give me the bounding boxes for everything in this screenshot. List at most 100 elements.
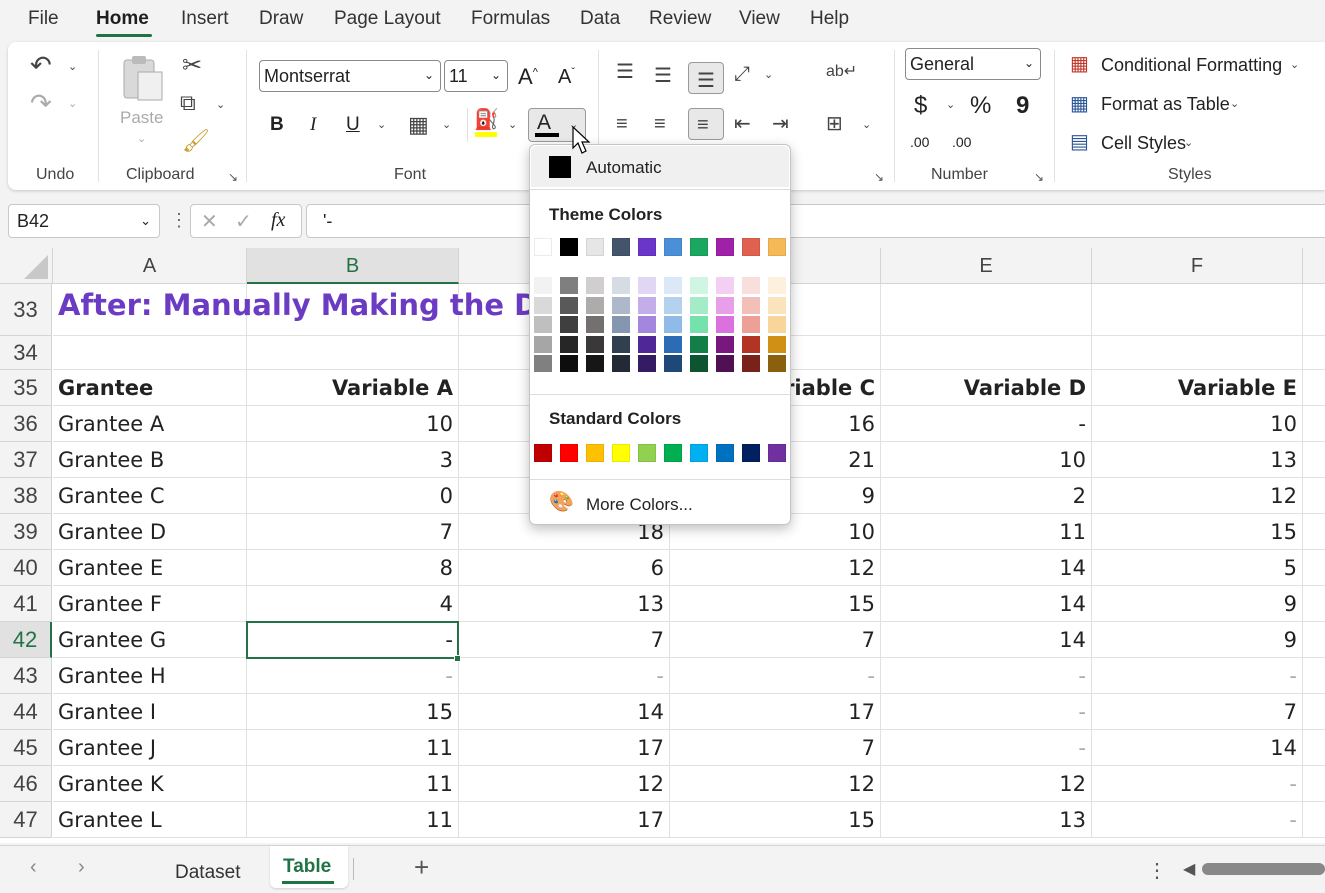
- tab-data[interactable]: Data: [580, 8, 620, 30]
- number-format-combo[interactable]: General ⌄: [905, 48, 1041, 80]
- cell-d40[interactable]: 12: [670, 550, 881, 586]
- cell-f47[interactable]: -: [1092, 802, 1303, 838]
- theme-shade-swatch[interactable]: [664, 296, 682, 314]
- cell-e33[interactable]: [881, 284, 1092, 336]
- cell-b43[interactable]: -: [247, 658, 459, 694]
- theme-shade-swatch[interactable]: [742, 335, 760, 353]
- standard-color-swatch[interactable]: [612, 444, 630, 462]
- cell-a38[interactable]: Grantee C: [53, 478, 247, 514]
- cell-g33[interactable]: [1303, 284, 1325, 336]
- cell-a45[interactable]: Grantee J: [53, 730, 247, 766]
- merge-dropdown-icon[interactable]: ⌄: [862, 118, 871, 131]
- theme-shade-swatch[interactable]: [690, 277, 708, 294]
- theme-shade-swatch[interactable]: [768, 296, 786, 314]
- theme-shade-swatch[interactable]: [716, 316, 734, 333]
- cell-f39[interactable]: 15: [1092, 514, 1303, 550]
- sheet-tab-table[interactable]: Table: [270, 846, 348, 888]
- theme-shade-swatch[interactable]: [768, 277, 786, 294]
- standard-color-swatch[interactable]: [586, 444, 604, 462]
- cell-g40[interactable]: [1303, 550, 1325, 586]
- copy-dropdown-icon[interactable]: ⌄: [216, 98, 225, 111]
- cell-a47[interactable]: Grantee L: [53, 802, 247, 838]
- format-as-table-dropdown-icon[interactable]: ⌄: [1230, 97, 1239, 110]
- theme-shade-swatch[interactable]: [742, 316, 760, 333]
- cell-e38[interactable]: 2: [881, 478, 1092, 514]
- standard-color-swatch[interactable]: [768, 444, 786, 462]
- theme-shade-swatch[interactable]: [586, 316, 604, 333]
- cell-b37[interactable]: 3: [247, 442, 459, 478]
- paste-icon[interactable]: [120, 52, 166, 102]
- cell-a34[interactable]: [53, 336, 247, 370]
- theme-shade-swatch[interactable]: [664, 335, 682, 353]
- italic-button[interactable]: I: [310, 114, 316, 136]
- cell-c45[interactable]: 17: [459, 730, 670, 766]
- increase-decimal-button[interactable]: .00: [910, 134, 929, 150]
- cell-b39[interactable]: 7: [247, 514, 459, 550]
- theme-shade-swatch[interactable]: [690, 296, 708, 314]
- theme-shade-swatch[interactable]: [716, 296, 734, 314]
- scroll-left-icon[interactable]: ‹: [30, 856, 37, 879]
- redo-icon[interactable]: ↷: [30, 90, 52, 116]
- cell-g35[interactable]: [1303, 370, 1325, 406]
- cell-f41[interactable]: 9: [1092, 586, 1303, 622]
- theme-color-swatch[interactable]: [586, 238, 604, 256]
- select-all-corner[interactable]: [0, 248, 53, 284]
- decrease-indent-icon[interactable]: ⇤: [734, 114, 751, 134]
- theme-shade-swatch[interactable]: [586, 296, 604, 314]
- decrease-decimal-button[interactable]: .00: [952, 134, 971, 150]
- borders-dropdown-icon[interactable]: ⌄: [442, 118, 451, 131]
- cell-c46[interactable]: 12: [459, 766, 670, 802]
- cell-d43[interactable]: -: [670, 658, 881, 694]
- column-header-a[interactable]: A: [53, 248, 247, 284]
- cell-b46[interactable]: 11: [247, 766, 459, 802]
- cell-e47[interactable]: 13: [881, 802, 1092, 838]
- cell-e44[interactable]: -: [881, 694, 1092, 730]
- tab-review[interactable]: Review: [649, 8, 711, 30]
- cell-f45[interactable]: 14: [1092, 730, 1303, 766]
- theme-color-swatch[interactable]: [612, 238, 630, 256]
- currency-dropdown-icon[interactable]: ⌄: [946, 98, 955, 111]
- theme-shade-swatch[interactable]: [612, 316, 630, 333]
- cell-a44[interactable]: Grantee I: [53, 694, 247, 730]
- cell-b44[interactable]: 15: [247, 694, 459, 730]
- tab-home[interactable]: Home: [96, 8, 149, 30]
- theme-shade-swatch[interactable]: [742, 296, 760, 314]
- tab-help[interactable]: Help: [810, 8, 849, 30]
- clipboard-launcher-icon[interactable]: ↘: [228, 170, 238, 184]
- copy-icon[interactable]: ⧉: [180, 92, 196, 114]
- tab-view[interactable]: View: [739, 8, 780, 30]
- theme-shade-swatch[interactable]: [690, 335, 708, 353]
- cell-b34[interactable]: [247, 336, 459, 370]
- cell-f36[interactable]: 10: [1092, 406, 1303, 442]
- theme-shade-swatch[interactable]: [638, 355, 656, 372]
- cell-g46[interactable]: [1303, 766, 1325, 802]
- automatic-color-option[interactable]: Automatic: [531, 146, 789, 187]
- underline-button[interactable]: U: [346, 114, 360, 136]
- cell-a37[interactable]: Grantee B: [53, 442, 247, 478]
- undo-icon[interactable]: ↶: [30, 52, 52, 78]
- theme-shade-swatch[interactable]: [560, 316, 578, 333]
- cell-d46[interactable]: 12: [670, 766, 881, 802]
- theme-shade-swatch[interactable]: [612, 335, 630, 353]
- row-header-43[interactable]: 43: [0, 658, 52, 694]
- more-colors-option[interactable]: 🎨 More Colors...: [531, 481, 789, 523]
- theme-color-swatch[interactable]: [534, 238, 552, 256]
- theme-shade-swatch[interactable]: [664, 277, 682, 294]
- theme-shade-swatch[interactable]: [768, 335, 786, 353]
- cell-b35[interactable]: Variable A: [247, 370, 459, 406]
- row-header-47[interactable]: 47: [0, 802, 52, 838]
- cell-styles-button[interactable]: Cell Styles: [1101, 133, 1186, 154]
- cell-b45[interactable]: 11: [247, 730, 459, 766]
- theme-color-swatch[interactable]: [664, 238, 682, 256]
- align-right-button[interactable]: ≡: [688, 108, 724, 140]
- cell-b41[interactable]: 4: [247, 586, 459, 622]
- theme-shade-swatch[interactable]: [612, 355, 630, 372]
- theme-color-swatch[interactable]: [638, 238, 656, 256]
- more-options-icon[interactable]: ⋮: [1147, 858, 1167, 883]
- cell-g38[interactable]: [1303, 478, 1325, 514]
- row-header-37[interactable]: 37: [0, 442, 52, 478]
- row-header-44[interactable]: 44: [0, 694, 52, 730]
- underline-dropdown-icon[interactable]: ⌄: [377, 118, 386, 131]
- percent-button[interactable]: %: [970, 92, 991, 120]
- theme-shade-swatch[interactable]: [742, 277, 760, 294]
